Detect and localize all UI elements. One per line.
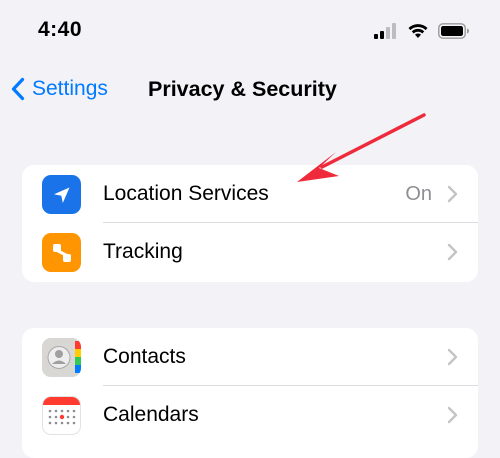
location-services-row[interactable]: Location Services On bbox=[22, 165, 478, 223]
contacts-label: Contacts bbox=[103, 345, 186, 368]
tracking-icon bbox=[42, 233, 81, 272]
wifi-icon bbox=[408, 24, 428, 38]
chevron-right-icon bbox=[447, 243, 458, 261]
location-arrow-icon bbox=[42, 175, 81, 214]
page-title: Privacy & Security bbox=[148, 77, 337, 101]
calendar-icon bbox=[42, 396, 81, 435]
location-services-label: Location Services bbox=[103, 182, 269, 205]
chevron-right-icon bbox=[447, 185, 458, 203]
cellular-signal-icon bbox=[374, 23, 396, 39]
calendars-row[interactable]: Calendars bbox=[22, 386, 478, 444]
calendars-label: Calendars bbox=[103, 403, 199, 426]
settings-group-location: Location Services On Tracking bbox=[22, 165, 478, 282]
battery-icon bbox=[438, 23, 469, 39]
back-button-label: Settings bbox=[32, 77, 108, 100]
tracking-label: Tracking bbox=[103, 240, 183, 263]
chevron-right-icon bbox=[447, 348, 458, 366]
back-button[interactable]: Settings bbox=[10, 66, 108, 112]
tracking-row[interactable]: Tracking bbox=[22, 223, 478, 281]
contacts-row[interactable]: Contacts bbox=[22, 328, 478, 386]
settings-group-data-access: Contacts Calendars bbox=[22, 328, 478, 458]
chevron-left-icon bbox=[11, 77, 25, 101]
contacts-icon bbox=[42, 338, 81, 377]
status-bar: 4:40 bbox=[0, 0, 500, 60]
navigation-bar: Settings Privacy & Security bbox=[0, 66, 500, 112]
status-icons bbox=[374, 20, 470, 42]
chevron-right-icon bbox=[447, 406, 458, 424]
location-services-value: On bbox=[405, 183, 432, 205]
status-time: 4:40 bbox=[38, 18, 83, 41]
